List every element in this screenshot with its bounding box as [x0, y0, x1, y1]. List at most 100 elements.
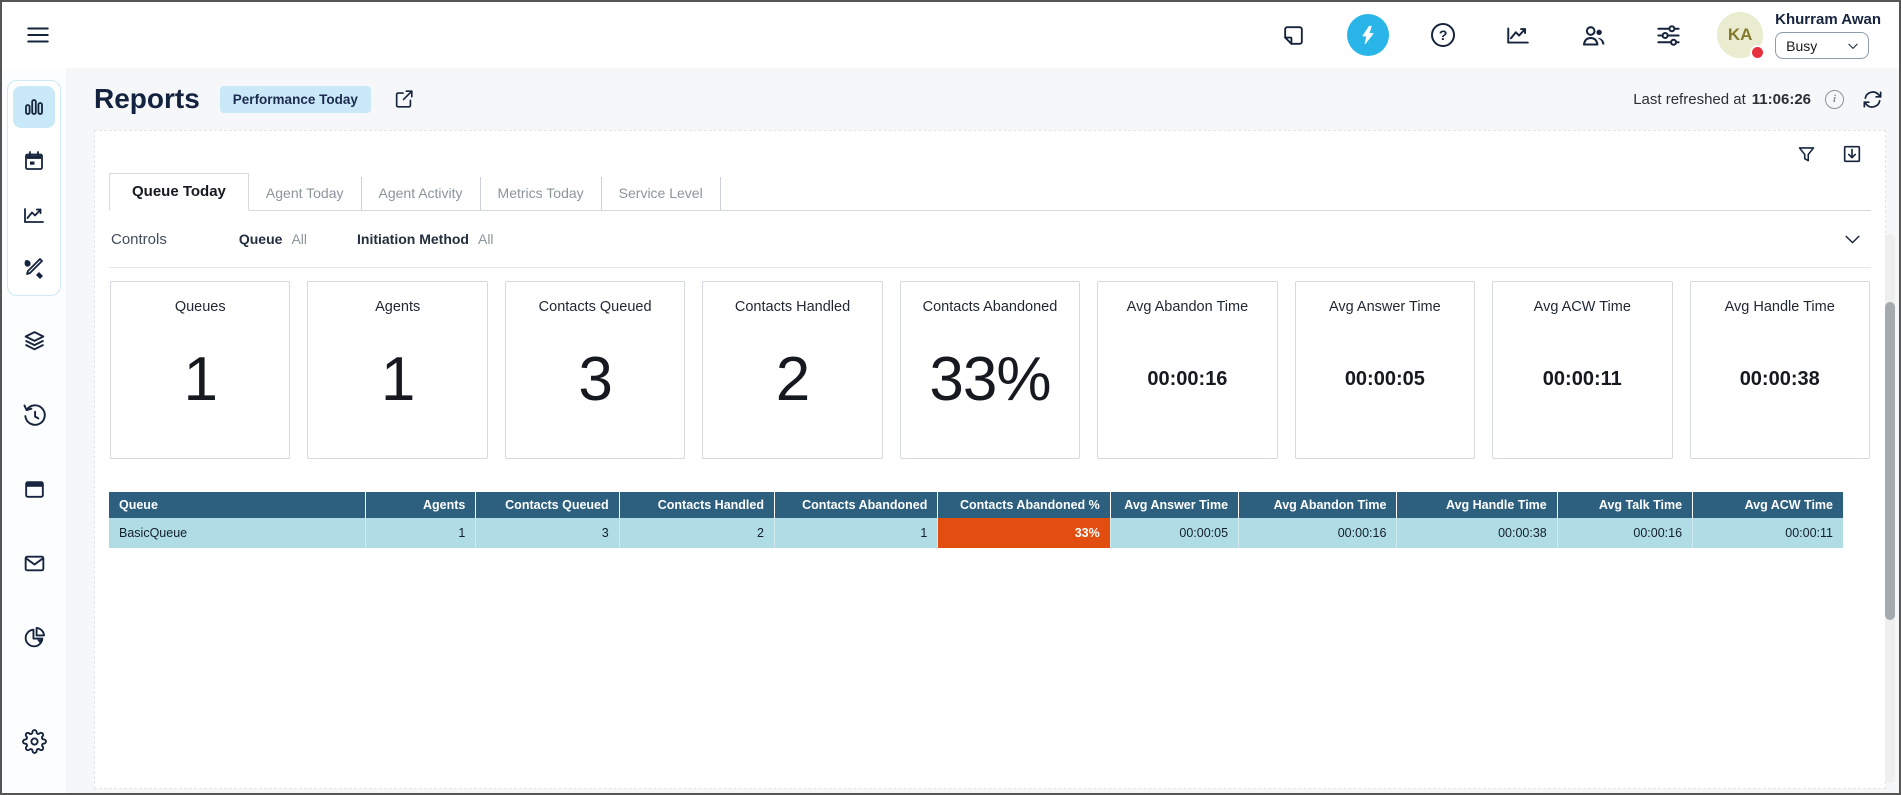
window-icon [22, 477, 47, 502]
quick-actions-button[interactable] [1347, 14, 1389, 56]
tab-queue-today[interactable]: Queue Today [109, 173, 249, 211]
hamburger-menu-button[interactable] [18, 15, 58, 55]
table-row[interactable]: BasicQueue 1 3 2 1 33% 00:00:05 00:00:16… [109, 518, 1843, 548]
app-window: ? [0, 0, 1901, 795]
download-button[interactable] [1837, 139, 1867, 169]
open-in-new-button[interactable] [389, 84, 419, 114]
metric-label: Avg Answer Time [1329, 299, 1441, 315]
col-avg-acw-time: Avg ACW Time [1693, 492, 1843, 518]
metric-label: Avg Handle Time [1725, 299, 1835, 315]
sidebar-item-layers[interactable] [13, 320, 55, 362]
metric-card-avg-answer-time: Avg Answer Time 00:00:05 [1295, 281, 1475, 459]
last-refreshed-label: Last refreshed at [1633, 91, 1746, 108]
initiation-method-filter[interactable]: Initiation Method All [357, 231, 494, 247]
metric-card-avg-handle-time: Avg Handle Time 00:00:38 [1690, 281, 1870, 459]
line-chart-small-icon [22, 203, 46, 227]
sidebar-item-settings[interactable] [13, 720, 55, 762]
cell-avg-acw-time: 00:00:11 [1693, 518, 1843, 548]
metric-card-contacts-queued: Contacts Queued 3 [505, 281, 685, 459]
metric-value: 00:00:11 [1543, 315, 1622, 458]
initiation-method-value: All [478, 231, 494, 247]
col-avg-abandon-time: Avg Abandon Time [1239, 492, 1397, 518]
status-select-value: Busy [1786, 38, 1817, 54]
design-brush-icon [22, 257, 46, 281]
sidebar-item-designer[interactable] [13, 248, 55, 290]
metric-value: 00:00:16 [1147, 315, 1227, 458]
note-icon [1281, 23, 1306, 48]
scrollbar-thumb[interactable] [1885, 302, 1895, 620]
queue-filter[interactable]: Queue All [239, 231, 307, 247]
sidebar-item-dashboards[interactable] [13, 616, 55, 658]
status-dot [1750, 45, 1765, 60]
metric-card-avg-abandon-time: Avg Abandon Time 00:00:16 [1097, 281, 1277, 459]
user-block: Khurram Awan Busy [1775, 11, 1881, 59]
col-avg-handle-time: Avg Handle Time [1397, 492, 1557, 518]
cell-queue: BasicQueue [109, 518, 366, 548]
download-icon [1841, 143, 1863, 165]
tab-agent-today[interactable]: Agent Today [249, 177, 362, 210]
page-title: Reports [94, 83, 200, 115]
filter-button[interactable] [1791, 139, 1821, 169]
info-button[interactable]: i [1825, 90, 1844, 109]
sidebar-item-analytics[interactable] [13, 194, 55, 236]
last-refreshed-time: 11:06:26 [1752, 91, 1811, 108]
refresh-icon [1861, 88, 1884, 111]
tab-agent-activity[interactable]: Agent Activity [362, 177, 481, 210]
metric-card-contacts-abandoned: Contacts Abandoned 33% [900, 281, 1080, 459]
bar-chart-icon [22, 95, 46, 119]
metric-value: 3 [578, 315, 611, 458]
sliders-icon [1655, 22, 1682, 49]
col-contacts-abandoned-pct: Contacts Abandoned % [938, 492, 1110, 518]
page-header: Reports Performance Today Last refreshed… [94, 68, 1886, 130]
directory-button[interactable] [1572, 14, 1614, 56]
sidebar-nav-card [7, 80, 61, 296]
controls-title: Controls [111, 231, 167, 248]
metric-value: 00:00:05 [1345, 315, 1425, 458]
sidebar-secondary-group [13, 320, 55, 762]
history-icon [21, 402, 47, 428]
body-row: Reports Performance Today Last refreshed… [2, 68, 1899, 793]
settings-sliders-button[interactable] [1647, 14, 1689, 56]
cell-contacts-abandoned: 1 [775, 518, 938, 548]
tab-service-level[interactable]: Service Level [602, 177, 721, 210]
report-badge: Performance Today [220, 86, 371, 113]
collapse-controls-button[interactable] [1837, 224, 1867, 254]
sidebar-item-window[interactable] [13, 468, 55, 510]
lightning-icon [1357, 24, 1379, 46]
metric-card-queues: Queues 1 [110, 281, 290, 459]
topbar-icon-group: ? [1272, 14, 1689, 56]
col-contacts-handled: Contacts Handled [619, 492, 774, 518]
panel-actions [109, 135, 1871, 173]
layers-icon [22, 329, 47, 354]
metric-label: Contacts Abandoned [923, 299, 1058, 315]
metric-cards-row: Queues 1 Agents 1 Contacts Queued 3 Cont… [109, 268, 1871, 459]
help-button[interactable]: ? [1422, 14, 1464, 56]
controls-bar: Controls Queue All Initiation Method All [109, 211, 1871, 268]
table-header-row: Queue Agents Contacts Queued Contacts Ha… [109, 492, 1843, 518]
sidebar-item-history[interactable] [13, 394, 55, 436]
hamburger-icon [25, 22, 51, 48]
cell-contacts-handled: 2 [619, 518, 774, 548]
status-select[interactable]: Busy [1775, 32, 1869, 59]
col-agents: Agents [366, 492, 476, 518]
chevron-down-icon [1846, 39, 1860, 53]
report-panel: Queue Today Agent Today Agent Activity M… [94, 130, 1886, 789]
refresh-button[interactable] [1858, 85, 1886, 113]
avatar[interactable]: KA [1717, 12, 1763, 58]
col-contacts-abandoned: Contacts Abandoned [775, 492, 938, 518]
sidebar-item-mail[interactable] [13, 542, 55, 584]
help-glyph: ? [1439, 27, 1448, 43]
metric-label: Avg ACW Time [1534, 299, 1631, 315]
sidebar-item-reports[interactable] [13, 86, 55, 128]
tab-metrics-today[interactable]: Metrics Today [481, 177, 602, 210]
cell-contacts-abandoned-pct: 33% [938, 518, 1110, 548]
sidebar-item-schedule[interactable] [13, 140, 55, 182]
metric-value: 2 [776, 315, 809, 458]
sidebar [2, 68, 66, 793]
gear-icon [22, 729, 47, 754]
queue-filter-label: Queue [239, 231, 283, 247]
cell-avg-handle-time: 00:00:38 [1397, 518, 1557, 548]
notes-button[interactable] [1272, 14, 1314, 56]
queue-filter-value: All [291, 231, 307, 247]
metrics-button[interactable] [1497, 14, 1539, 56]
